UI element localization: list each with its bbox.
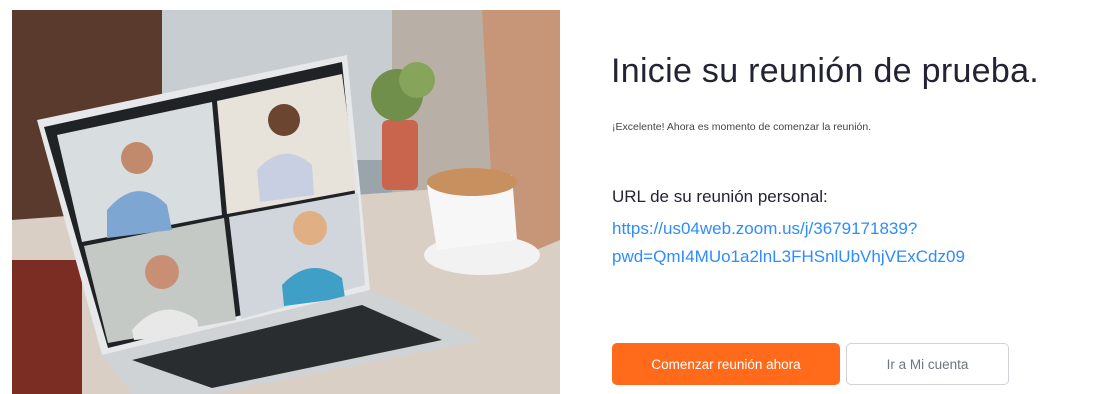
laptop-meeting-illustration <box>12 10 560 394</box>
page: Inicie su reunión de prueba. ¡Excelente!… <box>0 0 1120 394</box>
page-title: Inicie su reunión de prueba. <box>611 52 1040 90</box>
subtitle-text: ¡Excelente! Ahora es momento de comenzar… <box>612 121 872 133</box>
meeting-url-link[interactable]: https://us04web.zoom.us/j/3679171839? pw… <box>612 215 1032 271</box>
meeting-url-line-1: https://us04web.zoom.us/j/3679171839? <box>612 219 918 238</box>
start-meeting-button[interactable]: Comenzar reunión ahora <box>612 343 840 385</box>
meeting-url-line-2: pwd=QmI4MUo1a2lnL3FHSnlUbVhjVExCdz09 <box>612 247 965 266</box>
content-panel: Inicie su reunión de prueba. ¡Excelente!… <box>611 0 1111 394</box>
my-account-button[interactable]: Ir a Mi cuenta <box>846 343 1009 385</box>
meeting-url-label: URL de su reunión personal: <box>612 187 828 206</box>
hero-image <box>12 10 560 394</box>
